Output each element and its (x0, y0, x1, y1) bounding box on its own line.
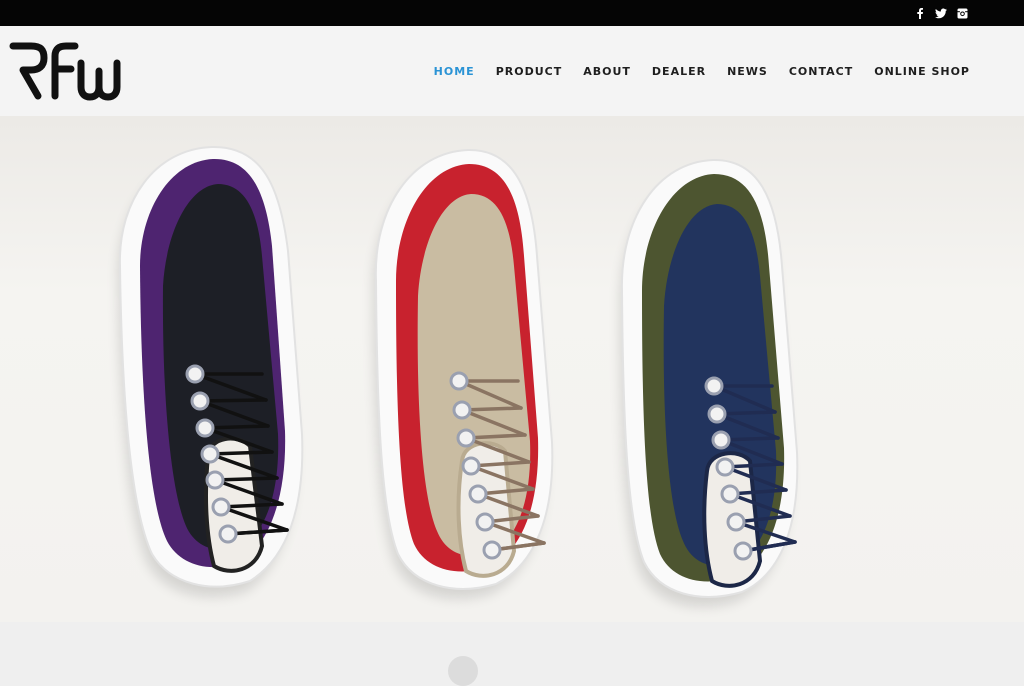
hero-sneakers-image (117, 145, 799, 607)
eyelet (711, 430, 731, 450)
eyelet (205, 470, 225, 490)
main-navigation: HOME PRODUCT ABOUT DEALER NEWS CONTACT O… (434, 26, 970, 116)
eyelet (475, 512, 495, 532)
eyelet (185, 364, 205, 384)
top-bar (0, 0, 1024, 26)
brand-logo[interactable] (9, 41, 129, 101)
social-links (914, 0, 968, 26)
facebook-icon[interactable] (914, 7, 926, 19)
eyelet (200, 444, 220, 464)
shoelace (198, 398, 268, 403)
eyelet (468, 484, 488, 504)
eyelet (733, 541, 753, 561)
eyelet (449, 371, 469, 391)
twitter-icon[interactable] (935, 7, 947, 19)
eyelet (726, 512, 746, 532)
eyelet (195, 418, 215, 438)
nav-contact[interactable]: CONTACT (789, 65, 853, 78)
purple-black-sneaker (117, 145, 304, 597)
eyelet (218, 524, 238, 544)
eyelet (452, 400, 472, 420)
instagram-icon[interactable] (956, 7, 968, 19)
nav-product[interactable]: PRODUCT (496, 65, 563, 78)
eyelet (461, 456, 481, 476)
site-header: HOME PRODUCT ABOUT DEALER NEWS CONTACT O… (0, 26, 1024, 116)
eyelet (720, 484, 740, 504)
nav-home[interactable]: HOME (434, 65, 475, 78)
hero-banner (0, 116, 1024, 622)
eyelet (482, 540, 502, 560)
nav-online-shop[interactable]: ONLINE SHOP (874, 65, 970, 78)
eyelet (190, 391, 210, 411)
nav-about[interactable]: ABOUT (583, 65, 631, 78)
red-beige-sneaker (372, 148, 554, 599)
nav-dealer[interactable]: DEALER (652, 65, 706, 78)
eyelet (456, 428, 476, 448)
olive-navy-sneaker (619, 158, 799, 607)
nav-news[interactable]: NEWS (727, 65, 768, 78)
scroll-indicator[interactable] (448, 656, 478, 686)
content-section (0, 622, 1024, 663)
eyelet (211, 497, 231, 517)
eyelet (704, 376, 724, 396)
eyelet (715, 457, 735, 477)
eyelet (707, 404, 727, 424)
